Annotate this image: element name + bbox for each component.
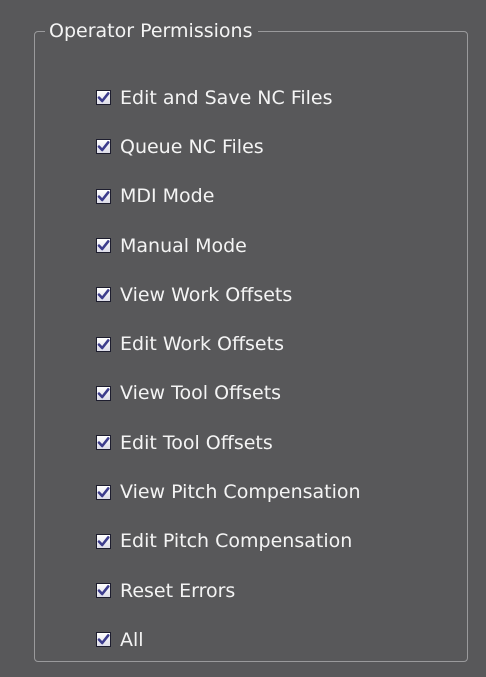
permission-edit-and-save-nc-files[interactable]: Edit and Save NC Files	[96, 73, 361, 122]
permission-mdi-mode[interactable]: MDI Mode	[96, 172, 361, 221]
permission-queue-nc-files[interactable]: Queue NC Files	[96, 122, 361, 171]
permission-edit-pitch-compensation[interactable]: Edit Pitch Compensation	[96, 517, 361, 566]
permission-label: View Work Offsets	[120, 283, 293, 306]
permission-label: Edit Pitch Compensation	[120, 530, 353, 553]
permission-label: View Tool Offsets	[120, 382, 282, 405]
permissions-list: Edit and Save NC Files Queue NC Files MD…	[96, 73, 361, 665]
checkbox-checked-icon[interactable]	[96, 238, 111, 254]
permission-label: Manual Mode	[120, 234, 247, 257]
permission-view-tool-offsets[interactable]: View Tool Offsets	[96, 369, 361, 418]
checkbox-checked-icon[interactable]	[96, 188, 111, 204]
operator-permissions-panel: Operator Permissions Edit and Save NC Fi…	[0, 0, 486, 677]
permission-view-pitch-compensation[interactable]: View Pitch Compensation	[96, 467, 361, 516]
permission-label: Queue NC Files	[120, 135, 264, 158]
checkbox-checked-icon[interactable]	[96, 336, 111, 352]
checkbox-checked-icon[interactable]	[96, 484, 111, 500]
checkbox-checked-icon[interactable]	[96, 139, 111, 155]
permission-label: View Pitch Compensation	[120, 481, 361, 504]
checkbox-checked-icon[interactable]	[96, 632, 111, 648]
permission-label: Edit and Save NC Files	[120, 86, 333, 109]
permission-label: Edit Work Offsets	[120, 333, 284, 356]
checkbox-checked-icon[interactable]	[96, 385, 111, 401]
checkbox-checked-icon[interactable]	[96, 287, 111, 303]
permission-manual-mode[interactable]: Manual Mode	[96, 221, 361, 270]
permission-label: All	[120, 628, 144, 651]
checkbox-checked-icon[interactable]	[96, 435, 111, 451]
checkbox-checked-icon[interactable]	[96, 533, 111, 549]
permission-edit-tool-offsets[interactable]: Edit Tool Offsets	[96, 418, 361, 467]
permission-label: MDI Mode	[120, 185, 215, 208]
permission-label: Reset Errors	[120, 579, 236, 602]
permission-edit-work-offsets[interactable]: Edit Work Offsets	[96, 319, 361, 368]
checkbox-checked-icon[interactable]	[96, 90, 111, 106]
permission-all[interactable]: All	[96, 615, 361, 664]
permission-label: Edit Tool Offsets	[120, 431, 273, 454]
permission-view-work-offsets[interactable]: View Work Offsets	[96, 270, 361, 319]
permission-reset-errors[interactable]: Reset Errors	[96, 566, 361, 615]
checkbox-checked-icon[interactable]	[96, 583, 111, 599]
groupbox-title: Operator Permissions	[45, 17, 259, 45]
